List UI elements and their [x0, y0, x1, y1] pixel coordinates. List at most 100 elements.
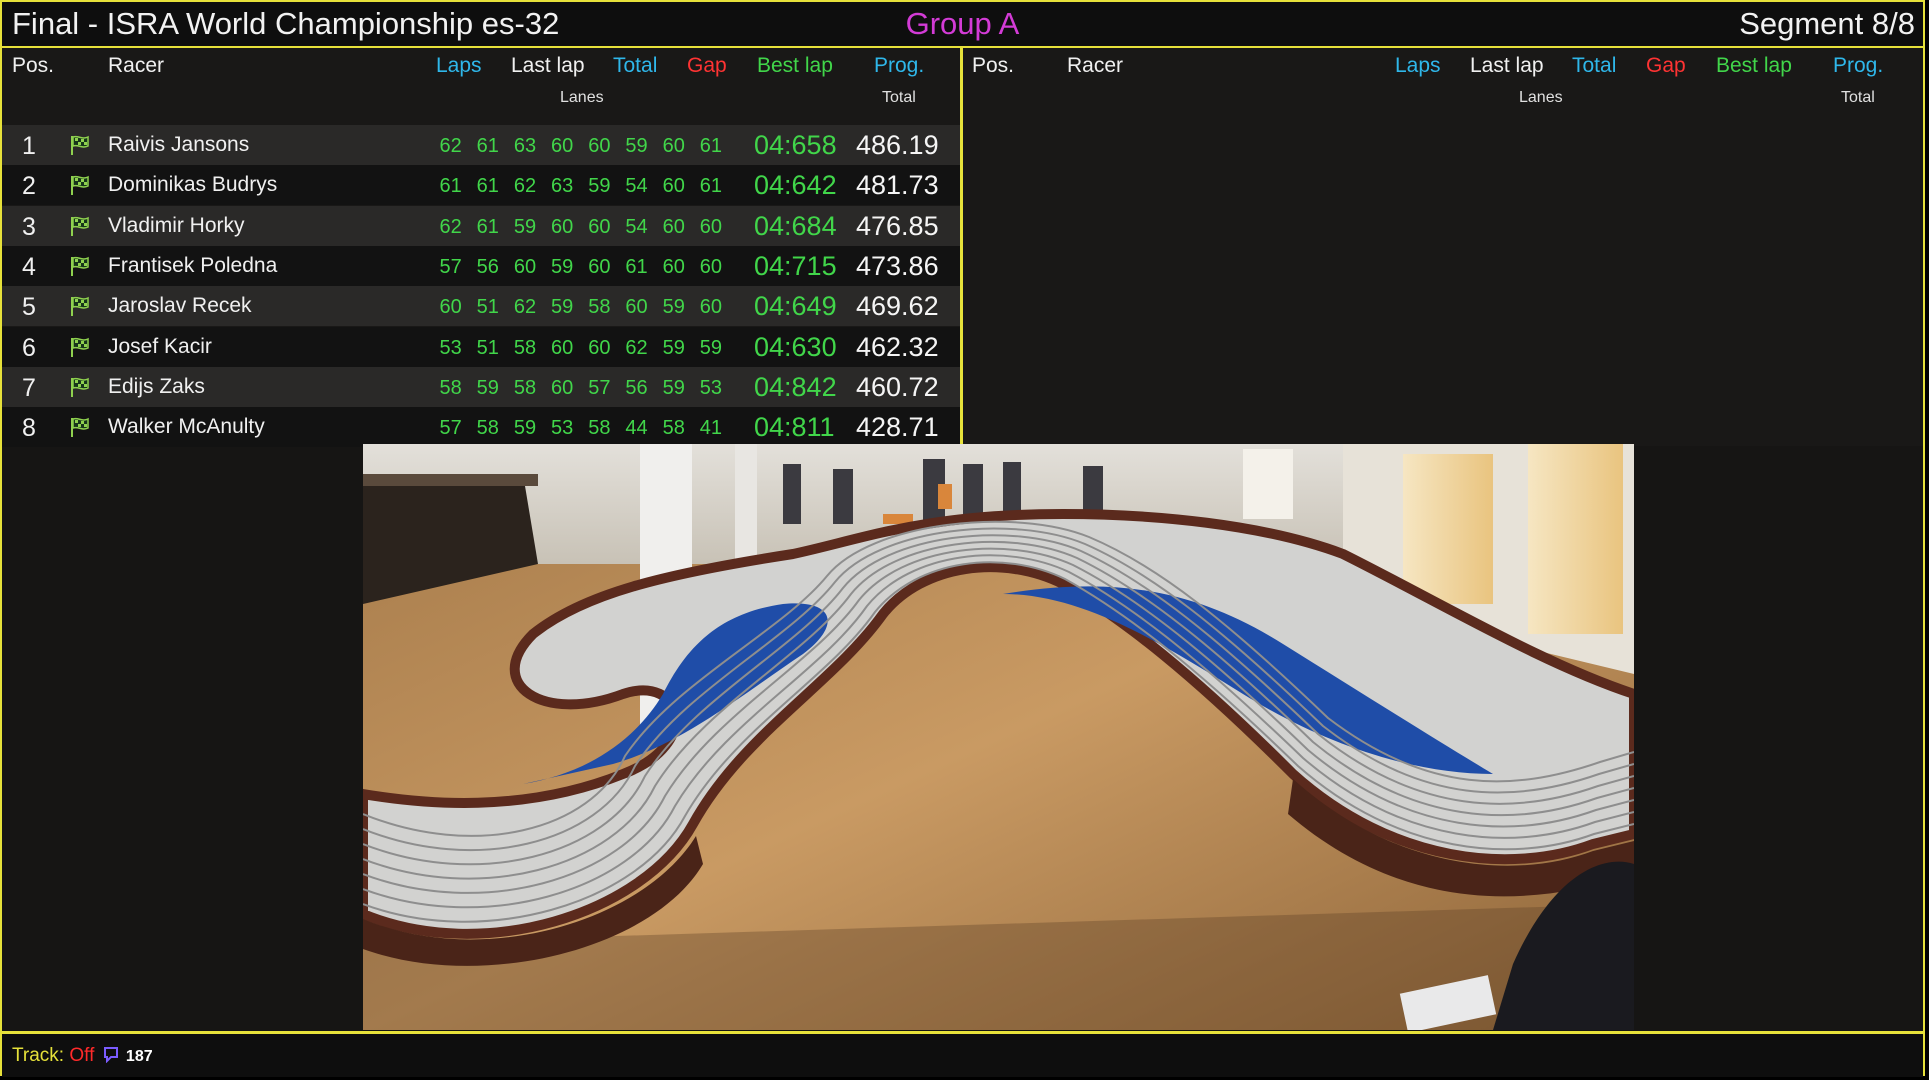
- racer-position: 3: [22, 212, 36, 241]
- col-header-best-lap: Best lap: [1716, 54, 1792, 77]
- lane-lap-count: 60: [662, 255, 685, 278]
- standings-row: 4 Frantisek Poledna 57 56 60 59 60 61 60 60 04:715…: [2, 245, 960, 286]
- lane-lap-count: 60: [513, 255, 537, 278]
- lane-laps: 58 59 58 60 57 56 59 53: [432, 377, 730, 400]
- racer-name: Vladimir Horky: [108, 213, 245, 237]
- viewer-count: 187: [125, 1048, 153, 1065]
- lane-lap-count: 59: [476, 376, 499, 399]
- standings-panel-right: Pos. Racer Laps Last lap Total Gap Best …: [963, 48, 1923, 446]
- lane-lap-count: 59: [588, 175, 611, 198]
- lane-lap-count: 63: [513, 135, 537, 157]
- col-subheader-lanes: Lanes: [1519, 89, 1563, 106]
- racer-position: 4: [22, 252, 36, 281]
- lane-lap-count: 57: [439, 255, 462, 278]
- lane-lap-count: 59: [513, 215, 537, 238]
- lane-lap-count: 56: [625, 376, 648, 399]
- best-lap: 04:630: [754, 331, 837, 362]
- lane-lap-count: 59: [662, 336, 685, 359]
- lane-lap-count: 57: [588, 376, 611, 399]
- lane-lap-count: 61: [439, 175, 462, 198]
- col-header-total: Total: [1572, 54, 1617, 77]
- best-lap: 04:649: [754, 291, 837, 322]
- lane-lap-count: 62: [439, 215, 462, 238]
- col-header-laps: Laps: [1395, 54, 1441, 77]
- best-lap: 04:684: [754, 210, 837, 241]
- checkered-flag-icon: [69, 376, 91, 398]
- best-lap: 04:842: [754, 371, 837, 402]
- best-lap: 04:642: [754, 170, 837, 201]
- best-lap: 04:811: [754, 412, 835, 443]
- checkered-flag-icon: [69, 295, 91, 317]
- progress-total: 486.19: [856, 130, 939, 160]
- racer-position: 8: [22, 414, 36, 443]
- standings-row: 7 Edijs Zaks 58 59 58 60 57 56 59 53 04:842 460.72: [2, 366, 960, 407]
- racer-position: 6: [22, 333, 36, 362]
- lane-lap-count: 56: [476, 255, 499, 278]
- lane-lap-count: 60: [439, 296, 462, 319]
- checkered-flag-icon: [69, 336, 91, 358]
- lane-lap-count: 60: [588, 336, 611, 359]
- progress-total: 476.85: [856, 210, 939, 241]
- col-header-prog: Prog.: [874, 54, 925, 77]
- lane-laps: 62 61 63 60 60 59 60 61: [432, 135, 730, 158]
- lane-lap-count: 54: [625, 175, 648, 198]
- lane-lap-count: 61: [476, 135, 499, 157]
- lane-lap-count: 59: [551, 255, 574, 278]
- progress-total: 469.62: [856, 291, 939, 322]
- track-camera-image: [363, 444, 1634, 1030]
- lane-lap-count: 60: [588, 255, 611, 278]
- lane-lap-count: 58: [476, 417, 499, 440]
- track-state: Off: [69, 1045, 95, 1066]
- lane-lap-count: 58: [662, 417, 685, 440]
- col-header-pos: Pos.: [12, 54, 55, 77]
- col-subheader-total: Total: [882, 89, 916, 106]
- standings-row: 1 Raivis Jansons 62 61 63 60 60 59 60 61 04:658 486…: [2, 125, 960, 165]
- col-header-pos: Pos.: [972, 54, 1015, 77]
- racer-name: Edijs Zaks: [108, 374, 205, 398]
- col-header-gap: Gap: [687, 54, 727, 77]
- lane-lap-count: 60: [662, 215, 685, 238]
- progress-total: 460.72: [856, 371, 939, 402]
- lane-lap-count: 58: [588, 417, 611, 440]
- lane-lap-count: 61: [476, 215, 499, 238]
- lane-laps: 62 61 59 60 60 54 60 60: [432, 216, 730, 239]
- standings-row: 8 Walker McAnulty 57 58 59 53 58 44 58 41 04:811 42…: [2, 407, 960, 448]
- track-camera-feed: [363, 444, 1634, 1030]
- col-header-gap: Gap: [1646, 54, 1686, 77]
- checkered-flag-icon: [69, 134, 91, 156]
- lane-lap-count: 61: [625, 255, 648, 278]
- col-header-prog: Prog.: [1833, 54, 1884, 77]
- track-status: Track: Off 187: [12, 1045, 153, 1069]
- lane-lap-count: 60: [588, 215, 611, 238]
- standings-row: 5 Jaroslav Recek 60 51 62 59 58 60 59 60 04:649 469…: [2, 286, 960, 327]
- lane-laps: 53 51 58 60 60 62 59 59: [432, 337, 730, 360]
- lane-lap-count: 60: [551, 135, 574, 157]
- lane-lap-count: 51: [476, 336, 499, 359]
- progress-total: 428.71: [856, 412, 939, 443]
- racer-position: 1: [22, 132, 36, 160]
- lane-lap-count: 60: [699, 255, 723, 278]
- best-lap: 04:715: [754, 250, 837, 281]
- progress-total: 462.32: [856, 331, 939, 362]
- racer-name: Dominikas Budrys: [108, 173, 278, 197]
- lane-lap-count: 59: [551, 296, 574, 319]
- lane-lap-count: 60: [625, 296, 648, 319]
- progress-total: 473.86: [856, 250, 939, 281]
- lane-lap-count: 62: [513, 175, 537, 198]
- lane-lap-count: 59: [662, 376, 685, 399]
- standings-row: 2 Dominikas Budrys 61 61 62 63 59 54 60 61 04:642 4…: [2, 165, 960, 206]
- lane-lap-count: 60: [662, 135, 685, 157]
- group-label: Group A: [905, 6, 1020, 41]
- segment-label: Segment 8/8: [1739, 6, 1915, 41]
- col-header-last-lap: Last lap: [511, 54, 585, 77]
- checkered-flag-icon: [69, 215, 91, 237]
- lane-lap-count: 53: [699, 376, 723, 399]
- lane-lap-count: 59: [662, 296, 685, 319]
- lane-lap-count: 62: [439, 135, 462, 157]
- racer-name: Walker McAnulty: [108, 415, 265, 439]
- standings-row: 3 Vladimir Horky 62 61 59 60 60 54 60 60 04:684 476…: [2, 205, 960, 246]
- status-bar: Track: Off 187: [2, 1031, 1923, 1077]
- lane-lap-count: 57: [439, 417, 462, 440]
- standings-row: 6 Josef Kacir 53 51 58 60 60 62 59 59 04:630 462.32: [2, 326, 960, 367]
- lane-lap-count: 60: [551, 215, 574, 238]
